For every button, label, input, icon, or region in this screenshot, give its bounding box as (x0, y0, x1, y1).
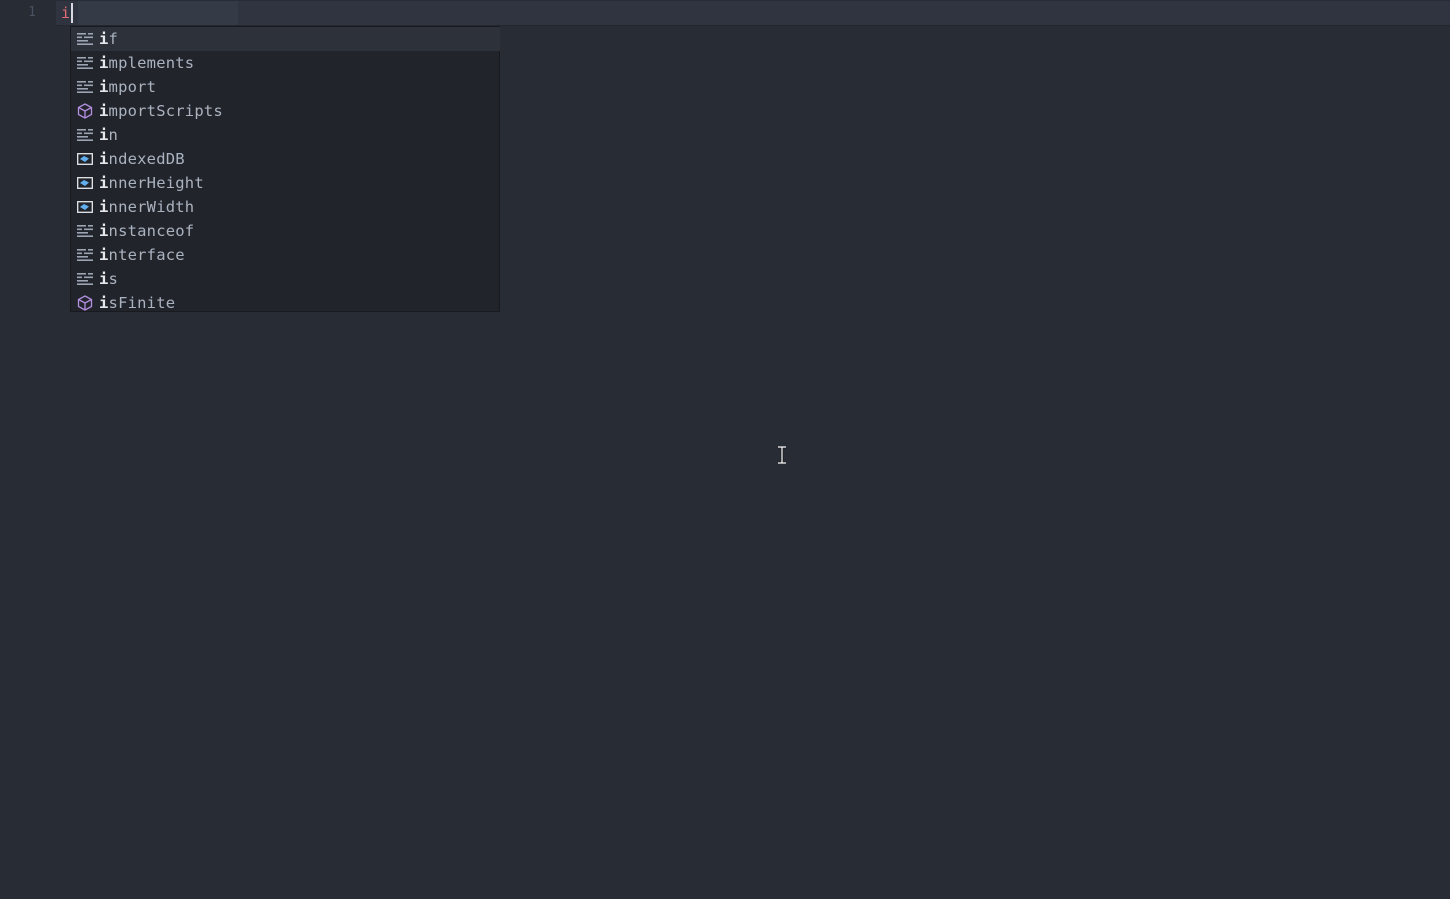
autocomplete-match-text: i (99, 54, 109, 72)
autocomplete-item[interactable]: isFinite (71, 291, 500, 315)
autocomplete-item[interactable]: innerWidth (71, 195, 500, 219)
autocomplete-match-text: i (99, 246, 109, 264)
autocomplete-item[interactable]: in (71, 123, 500, 147)
autocomplete-rest-text: mplements (108, 54, 195, 72)
autocomplete-rest-text: nstanceof (108, 222, 195, 240)
property-icon (77, 200, 93, 214)
property-icon (77, 176, 93, 190)
line-number-gutter: 1 (0, 0, 56, 899)
keyword-icon (77, 272, 93, 286)
autocomplete-rest-text: sFinite (108, 294, 176, 312)
keyword-icon (77, 248, 93, 262)
autocomplete-match-text: i (99, 78, 109, 96)
autocomplete-dropdown[interactable]: if implements import importScripts in indexed… (70, 26, 500, 312)
autocomplete-match-text: i (99, 174, 109, 192)
method-icon (77, 295, 93, 311)
autocomplete-match-text: i (99, 270, 109, 288)
autocomplete-item[interactable]: indexedDB (71, 147, 500, 171)
autocomplete-rest-text: nnerWidth (108, 198, 195, 216)
autocomplete-rest-text: ndexedDB (108, 150, 185, 168)
keyword-icon (77, 32, 93, 46)
autocomplete-item[interactable]: importScripts (71, 99, 500, 123)
autocomplete-item[interactable]: import (71, 75, 500, 99)
autocomplete-item[interactable]: if (71, 27, 500, 51)
autocomplete-item-label: implements (99, 54, 194, 72)
autocomplete-item[interactable]: is (71, 267, 500, 291)
autocomplete-item-label: instanceof (99, 222, 194, 240)
code-editor[interactable]: 1 i if implements import importScripts in ind… (0, 0, 1450, 899)
current-line-highlight (56, 1, 1450, 26)
autocomplete-match-text: i (99, 150, 109, 168)
autocomplete-match-text: i (99, 294, 109, 312)
autocomplete-item-label: import (99, 78, 156, 96)
autocomplete-rest-text: mportScripts (108, 102, 223, 120)
autocomplete-item[interactable]: instanceof (71, 219, 500, 243)
keyword-icon (77, 128, 93, 142)
autocomplete-item-label: importScripts (99, 102, 223, 120)
keyword-icon (77, 224, 93, 238)
autocomplete-item-label: innerHeight (99, 174, 204, 192)
autocomplete-rest-text: n (108, 126, 119, 144)
selection-highlight (78, 1, 238, 25)
autocomplete-item[interactable]: interface (71, 243, 500, 267)
typed-text[interactable]: i (61, 2, 70, 24)
property-icon (77, 152, 93, 166)
autocomplete-match-text: i (99, 222, 109, 240)
autocomplete-rest-text: mport (108, 78, 157, 96)
line-number: 1 (28, 5, 36, 20)
autocomplete-match-text: i (99, 30, 109, 48)
autocomplete-rest-text: s (108, 270, 119, 288)
autocomplete-item-label: innerWidth (99, 198, 194, 216)
autocomplete-item-label: isFinite (99, 294, 175, 312)
autocomplete-rest-text: nterface (108, 246, 185, 264)
autocomplete-match-text: i (99, 126, 109, 144)
autocomplete-item-label: is (99, 270, 118, 288)
method-icon (77, 103, 93, 119)
keyword-icon (77, 80, 93, 94)
autocomplete-item-label: if (99, 30, 118, 48)
autocomplete-match-text: i (99, 102, 109, 120)
text-cursor (71, 3, 73, 23)
autocomplete-rest-text: f (108, 30, 119, 48)
autocomplete-item[interactable]: innerHeight (71, 171, 500, 195)
autocomplete-item[interactable]: implements (71, 51, 500, 75)
autocomplete-item-label: indexedDB (99, 150, 185, 168)
keyword-icon (77, 56, 93, 70)
autocomplete-item-label: interface (99, 246, 185, 264)
ibeam-cursor-icon (778, 446, 786, 464)
autocomplete-item-label: in (99, 126, 118, 144)
autocomplete-match-text: i (99, 198, 109, 216)
autocomplete-rest-text: nnerHeight (108, 174, 204, 192)
